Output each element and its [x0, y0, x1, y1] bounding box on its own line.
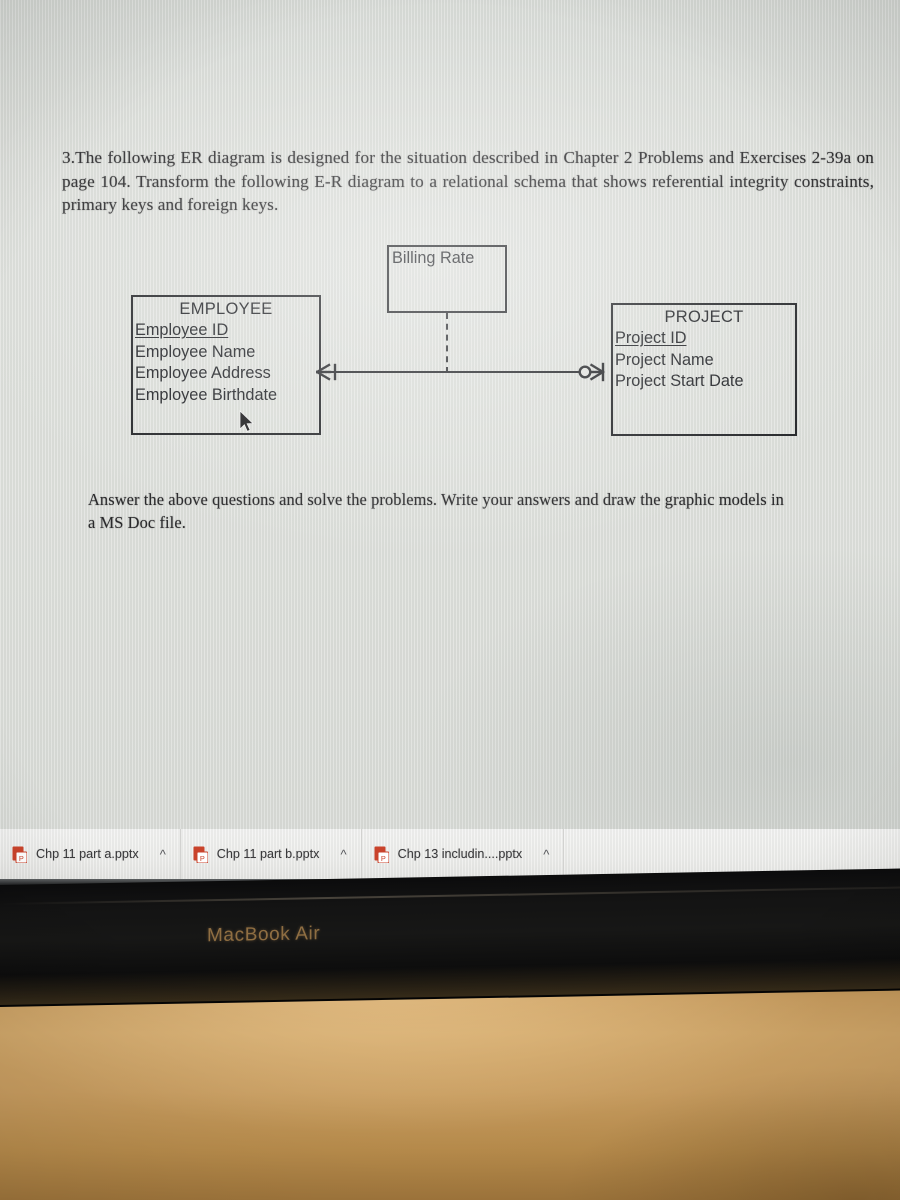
download-item-label: Chp 11 part b.pptx [216, 847, 320, 861]
er-diagram: Billing Rate EMPLOYEE Employee ID Employ… [0, 0, 900, 560]
billing-rate-attribute-box: Billing Rate [387, 245, 507, 313]
project-attribute-project-id: Project ID [615, 329, 687, 347]
laptop-screen: 3.The following ER diagram is designed f… [0, 0, 900, 886]
relationship-line [330, 371, 600, 373]
laptop-photo-screenshot: 3.The following ER diagram is designed f… [0, 0, 900, 1200]
display-bezel: MacBook Air [0, 868, 900, 1007]
employee-entity-box: EMPLOYEE Employee ID Employee Name Emplo… [131, 295, 321, 435]
project-attribute-project-start-date: Project Start Date [615, 372, 744, 390]
cardinality-zero-or-many-icon [578, 362, 605, 382]
download-item-label: Chp 13 includin....pptx [397, 847, 523, 861]
document-page: 3.The following ER diagram is designed f… [0, 0, 900, 886]
chevron-up-icon[interactable]: ^ [340, 848, 346, 861]
macbook-air-badge: MacBook Air [207, 923, 321, 947]
employee-entity-title: EMPLOYEE [179, 300, 273, 318]
download-item-chp-13[interactable]: P Chp 13 includin....pptx ^ [362, 829, 565, 879]
billing-rate-label: Billing Rate [392, 249, 475, 267]
svg-text:P: P [19, 853, 24, 862]
download-item-chp-11-part-a[interactable]: P Chp 11 part a.pptx ^ [0, 829, 181, 879]
employee-attribute-employee-address: Employee Address [135, 364, 271, 382]
project-entity-box: PROJECT Project ID Project Name Project … [611, 303, 797, 436]
employee-attribute-employee-name: Employee Name [135, 342, 256, 361]
billing-rate-dashed-connector [446, 313, 448, 373]
svg-text:P: P [380, 853, 385, 862]
download-item-chp-11-part-b[interactable]: P Chp 11 part b.pptx ^ [181, 829, 362, 879]
keyboard-deck [0, 975, 900, 1200]
employee-attribute-employee-id: Employee ID [135, 321, 229, 339]
mouse-cursor-arrow-icon [239, 410, 254, 432]
powerpoint-icon: P [12, 846, 27, 863]
employee-attribute-employee-birthdate: Employee Birthdate [135, 385, 278, 404]
project-entity-title: PROJECT [664, 308, 744, 326]
chevron-up-icon[interactable]: ^ [160, 848, 166, 861]
download-item-label: Chp 11 part a.pptx [36, 847, 139, 861]
powerpoint-icon: P [374, 846, 389, 863]
svg-text:P: P [200, 853, 205, 862]
answer-instruction-text: Answer the above questions and solve the… [88, 490, 784, 532]
chevron-up-icon[interactable]: ^ [543, 848, 549, 861]
powerpoint-icon: P [193, 846, 208, 863]
project-attribute-project-name: Project Name [615, 350, 714, 369]
cardinality-one-or-many-icon [316, 363, 337, 381]
